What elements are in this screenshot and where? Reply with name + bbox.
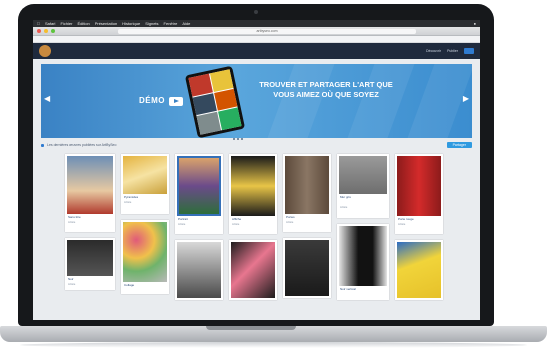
play-icon[interactable]	[169, 97, 183, 106]
latest-bar: Les dernières œuvres publiées sur ArtByS…	[41, 141, 472, 149]
close-icon[interactable]	[37, 29, 41, 33]
menu-bookmarks[interactable]: Signets	[145, 21, 158, 26]
menu-window[interactable]: Fenêtre	[164, 21, 178, 26]
screen:  Safari Fichier Édition Présentation Hi…	[33, 20, 480, 320]
artwork-grid: Sans titre Artiste Pyramides Artiste Por…	[65, 154, 455, 320]
wifi-icon[interactable]: ●	[474, 21, 476, 26]
menu-view[interactable]: Présentation	[95, 21, 117, 26]
site-header: Découvrir Publier	[33, 43, 480, 59]
maximize-icon[interactable]	[51, 29, 55, 33]
artwork-card[interactable]: Affiche Artiste	[229, 154, 277, 234]
share-button[interactable]: Partager	[446, 142, 472, 148]
latest-text: Les dernières œuvres publiées sur ArtByS…	[47, 143, 117, 147]
carousel-prev-icon[interactable]: ◀	[44, 94, 50, 103]
artwork-card[interactable]: Noir Artiste	[65, 238, 115, 290]
laptop-notch	[206, 326, 296, 330]
carousel-next-icon[interactable]: ▶	[463, 94, 469, 103]
address-bar[interactable]: artbyseo.com	[118, 28, 416, 34]
nav-publish[interactable]: Publier	[447, 49, 458, 53]
artwork-card[interactable]	[175, 240, 223, 300]
artwork-card[interactable]: Sans titre Artiste	[65, 154, 115, 232]
bookmarks-bar	[33, 36, 480, 43]
menu-file[interactable]: Fichier	[60, 21, 72, 26]
nav-signup-button[interactable]	[464, 48, 474, 54]
artwork-card[interactable]: Mur gris Artiste	[337, 154, 389, 218]
tablet-image	[184, 65, 246, 138]
camera-icon	[254, 10, 258, 14]
artwork-card[interactable]: Portes Artiste	[283, 154, 331, 232]
hero-tagline: Trouver et partager l'art que vous aimez…	[259, 80, 393, 99]
hero-banner[interactable]: ◀ ▶ DÉMO Trouver et partager l'art que v…	[41, 64, 472, 138]
artwork-card[interactable]: Portrait Artiste	[175, 154, 223, 234]
apple-icon[interactable]: 	[37, 21, 40, 26]
nav-discover[interactable]: Découvrir	[426, 49, 441, 53]
artwork-card[interactable]: Pyramides Artiste	[121, 154, 169, 214]
artwork-card[interactable]: Collage	[121, 220, 169, 294]
artwork-card[interactable]	[283, 238, 331, 298]
minimize-icon[interactable]	[44, 29, 48, 33]
demo-label: DÉMO	[139, 96, 165, 105]
menu-history[interactable]: Historique	[122, 21, 140, 26]
artwork-card[interactable]: Noir vertical	[337, 224, 389, 300]
info-icon	[41, 143, 44, 147]
menu-help[interactable]: Aide	[182, 21, 190, 26]
menu-edit[interactable]: Édition	[77, 21, 89, 26]
carousel-dots[interactable]	[233, 138, 243, 140]
artwork-card[interactable]	[229, 240, 277, 300]
artwork-card[interactable]	[395, 240, 443, 300]
artwork-card[interactable]: Porte rouge Artiste	[395, 154, 443, 234]
mac-menubar:  Safari Fichier Édition Présentation Hi…	[33, 20, 480, 27]
browser-titlebar: artbyseo.com	[33, 27, 480, 36]
laptop-shadow	[20, 342, 527, 348]
site-logo[interactable]	[39, 45, 51, 57]
menu-safari[interactable]: Safari	[45, 21, 55, 26]
